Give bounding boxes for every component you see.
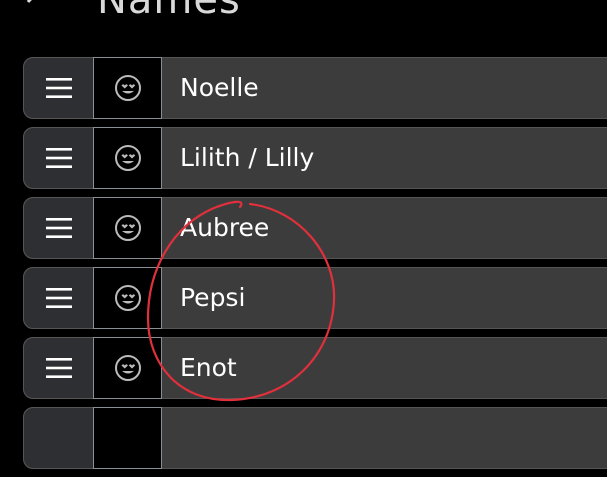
name-row[interactable]: Enot: [23, 337, 607, 399]
hamburger-icon: [45, 148, 72, 168]
emoji-button[interactable]: [93, 127, 162, 189]
heart-eyes-emoji-icon: [114, 355, 141, 381]
drag-handle[interactable]: [24, 128, 94, 188]
names-list: Noelle Lilith / Lilly Aubree Pepsi Enot: [23, 57, 607, 477]
hamburger-icon: [45, 218, 72, 238]
name-row[interactable]: Lilith / Lilly: [23, 127, 607, 189]
drag-handle[interactable]: [24, 338, 94, 398]
hamburger-icon: [45, 358, 72, 378]
drag-handle[interactable]: [24, 198, 94, 258]
heart-eyes-emoji-icon: [114, 75, 141, 101]
emoji-button[interactable]: [93, 267, 162, 329]
name-label: Aubree: [180, 213, 270, 242]
heart-eyes-emoji-icon: [114, 145, 141, 171]
heart-eyes-emoji-icon: [114, 285, 141, 311]
heart-eyes-emoji-icon: [114, 215, 141, 241]
name-label: Enot: [180, 353, 237, 382]
name-label: Noelle: [180, 73, 259, 102]
pen-icon: [26, 0, 33, 4]
emoji-button[interactable]: [93, 337, 162, 399]
name-row[interactable]: [23, 407, 607, 469]
drag-handle[interactable]: [24, 408, 94, 468]
name-row[interactable]: Aubree: [23, 197, 607, 259]
emoji-button[interactable]: [93, 197, 162, 259]
name-label: Lilith / Lilly: [180, 143, 315, 172]
name-row[interactable]: Noelle: [23, 57, 607, 119]
emoji-button[interactable]: [93, 57, 162, 119]
drag-handle[interactable]: [24, 58, 94, 118]
page-title: Names: [97, 0, 241, 23]
name-label: Pepsi: [180, 283, 246, 312]
emoji-button[interactable]: [93, 407, 162, 469]
hamburger-icon: [45, 288, 72, 308]
name-row[interactable]: Pepsi: [23, 267, 607, 329]
drag-handle[interactable]: [24, 268, 94, 328]
hamburger-icon: [45, 78, 72, 98]
